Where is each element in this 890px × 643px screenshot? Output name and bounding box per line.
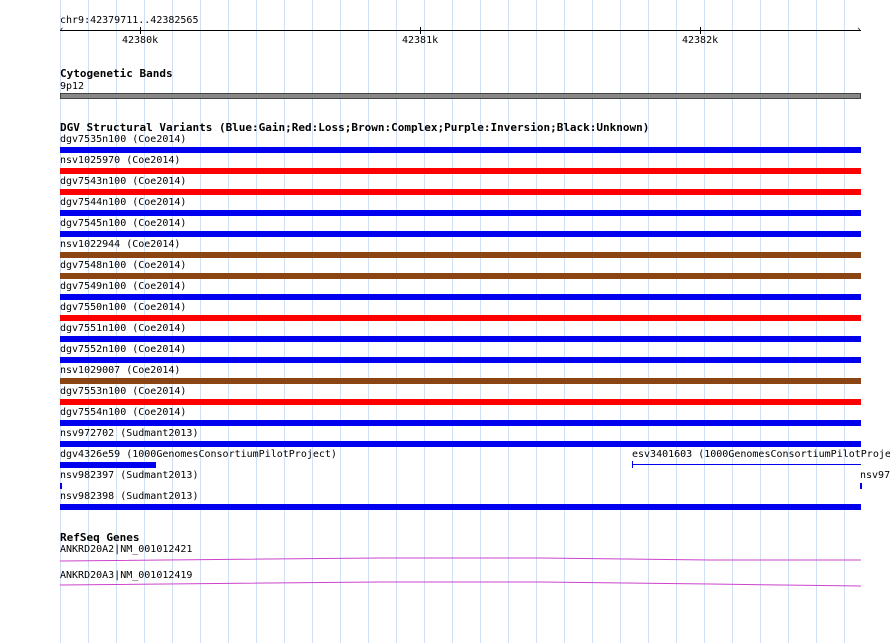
variant-bar[interactable]	[60, 399, 861, 405]
position-label: chr9:42379711..42382565	[60, 15, 199, 26]
variant-label: dgv7544n100 (Coe2014)	[60, 197, 187, 208]
variant-bar[interactable]	[60, 210, 861, 216]
cytoband-track-title: Cytogenetic Bands	[60, 67, 173, 80]
variant-label: dgv7548n100 (Coe2014)	[60, 260, 187, 271]
variant-bar[interactable]	[60, 273, 861, 279]
variant-label: dgv7551n100 (Coe2014)	[60, 323, 187, 334]
ruler-tick-label: 42380k	[122, 35, 159, 46]
variant-label: nsv982398 (Sudmant2013)	[60, 491, 199, 502]
variant-label: dgv7552n100 (Coe2014)	[60, 344, 187, 355]
variant-label: dgv7543n100 (Coe2014)	[60, 176, 187, 187]
variant-label: dgv7549n100 (Coe2014)	[60, 281, 187, 292]
ruler-tick	[420, 27, 421, 34]
variant-label: dgv7535n100 (Coe2014)	[60, 134, 187, 145]
variant-label: dgv7545n100 (Coe2014)	[60, 218, 187, 229]
refseq-track-title: RefSeq Genes	[60, 531, 140, 544]
dgv-track-title: DGV Structural Variants (Blue:Gain;Red:L…	[60, 121, 650, 134]
variant-label: nsv982397 (Sudmant2013)	[60, 470, 199, 481]
variant-bar[interactable]	[60, 168, 861, 174]
ruler-tick	[140, 27, 141, 34]
ruler-tick	[700, 27, 701, 34]
variant-bar[interactable]	[60, 378, 861, 384]
variant-label: dgv7553n100 (Coe2014)	[60, 386, 187, 397]
variant-label: esv3401603 (1000GenomesConsortiumPilotPr…	[632, 449, 890, 460]
variant-bar[interactable]	[60, 315, 861, 321]
variant-bar[interactable]	[60, 441, 861, 447]
variant-label: nsv1025970 (Coe2014)	[60, 155, 181, 166]
variant-bar[interactable]	[60, 252, 861, 258]
variant-label: dgv7550n100 (Coe2014)	[60, 302, 187, 313]
ruler-axis	[60, 30, 861, 31]
variant-label: nsv972702 (Sudmant2013)	[60, 428, 199, 439]
variant-bar[interactable]	[860, 483, 862, 489]
variant-label: dgv4326e59 (1000GenomesConsortiumPilotPr…	[60, 449, 337, 460]
ruler-tick-label: 42382k	[682, 35, 719, 46]
variant-bar[interactable]	[60, 231, 861, 237]
variant-bar[interactable]	[632, 464, 861, 465]
ruler-tick-label: 42381k	[402, 35, 439, 46]
scroll-left-icon[interactable]: ‹	[59, 26, 64, 35]
variant-label: dgv7554n100 (Coe2014)	[60, 407, 187, 418]
gene-model-ankrd20a3[interactable]	[60, 580, 862, 590]
genome-browser-view: { "colors": { "gain": "#0000ee", "loss":…	[0, 0, 890, 643]
variant-bar[interactable]	[60, 420, 861, 426]
variant-label: nsv97	[860, 470, 890, 481]
variant-bar[interactable]	[60, 336, 861, 342]
cytoband-label: 9p12	[60, 81, 85, 92]
gene-model-ankrd20a2[interactable]	[60, 554, 862, 564]
variant-bar[interactable]	[60, 504, 861, 510]
variant-bar[interactable]	[60, 189, 861, 195]
scroll-right-icon[interactable]: ›	[856, 26, 861, 35]
variant-bar[interactable]	[60, 357, 861, 363]
variant-label: nsv1029007 (Coe2014)	[60, 365, 181, 376]
variant-bar-start	[632, 461, 633, 468]
variant-bar[interactable]	[60, 294, 861, 300]
variant-bar[interactable]	[60, 147, 861, 153]
variant-bar[interactable]	[60, 462, 156, 468]
variant-label: nsv1022944 (Coe2014)	[60, 239, 181, 250]
cytoband-bar[interactable]	[60, 93, 861, 99]
variant-bar[interactable]	[60, 483, 62, 489]
